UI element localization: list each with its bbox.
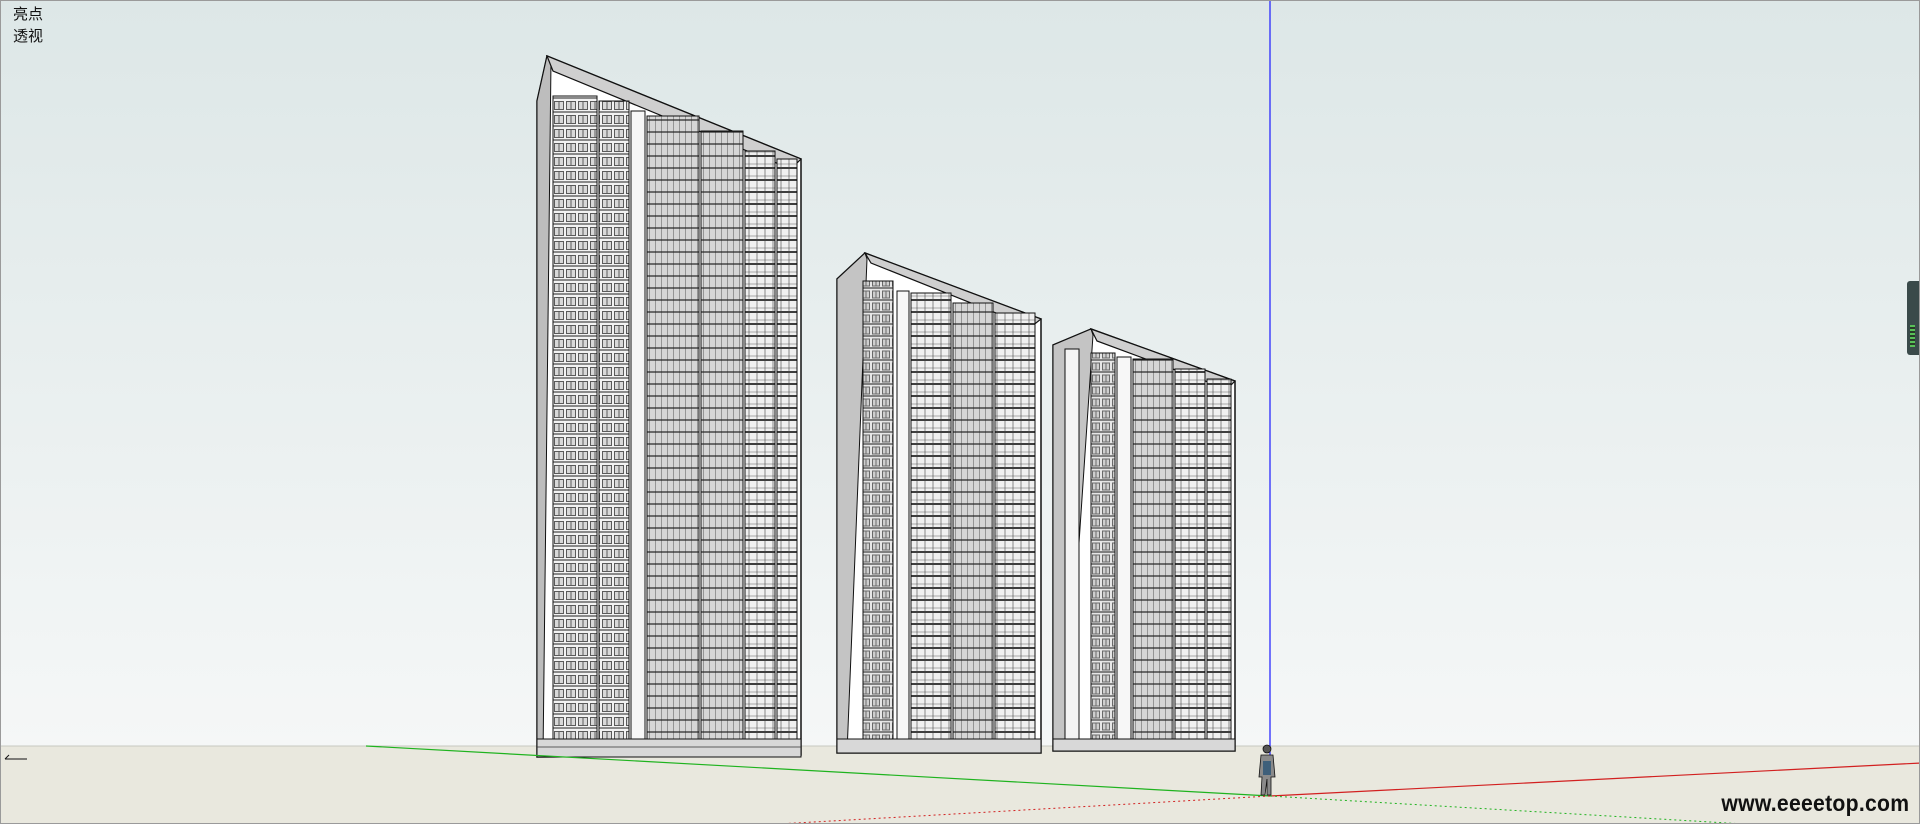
scene-tabs[interactable]: 亮点 透视 (13, 3, 43, 47)
tower-middle[interactable] (836, 251, 1043, 754)
sketchup-viewport[interactable]: 亮点 透视 www.eeeetop.com (0, 0, 1920, 824)
scene-tab-perspective[interactable]: 透视 (13, 25, 43, 47)
scene-tab-highlight[interactable]: 亮点 (13, 3, 43, 25)
view-tab-handle-icon[interactable] (1907, 281, 1919, 355)
tower-left[interactable] (536, 54, 803, 758)
tower-right[interactable] (1052, 327, 1237, 752)
ground-plane (1, 746, 1919, 823)
3d-scene[interactable] (1, 1, 1920, 824)
watermark: www.eeeetop.com (1721, 790, 1909, 816)
